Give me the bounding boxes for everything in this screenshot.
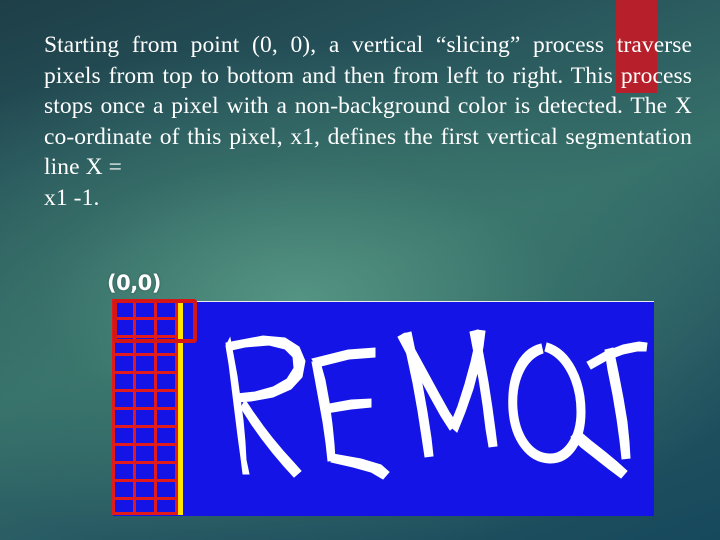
body-last-line: x1 -1. [44, 184, 100, 211]
slide-canvas: Starting from point (0, 0), a vertical “… [0, 0, 720, 540]
slide-body-text: Starting from point (0, 0), a vertical “… [44, 30, 692, 213]
origin-coordinate-label: (0,0) [107, 271, 161, 295]
first-detected-pixel-highlight [113, 299, 197, 343]
body-paragraph: Starting from point (0, 0), a vertical “… [44, 32, 692, 180]
